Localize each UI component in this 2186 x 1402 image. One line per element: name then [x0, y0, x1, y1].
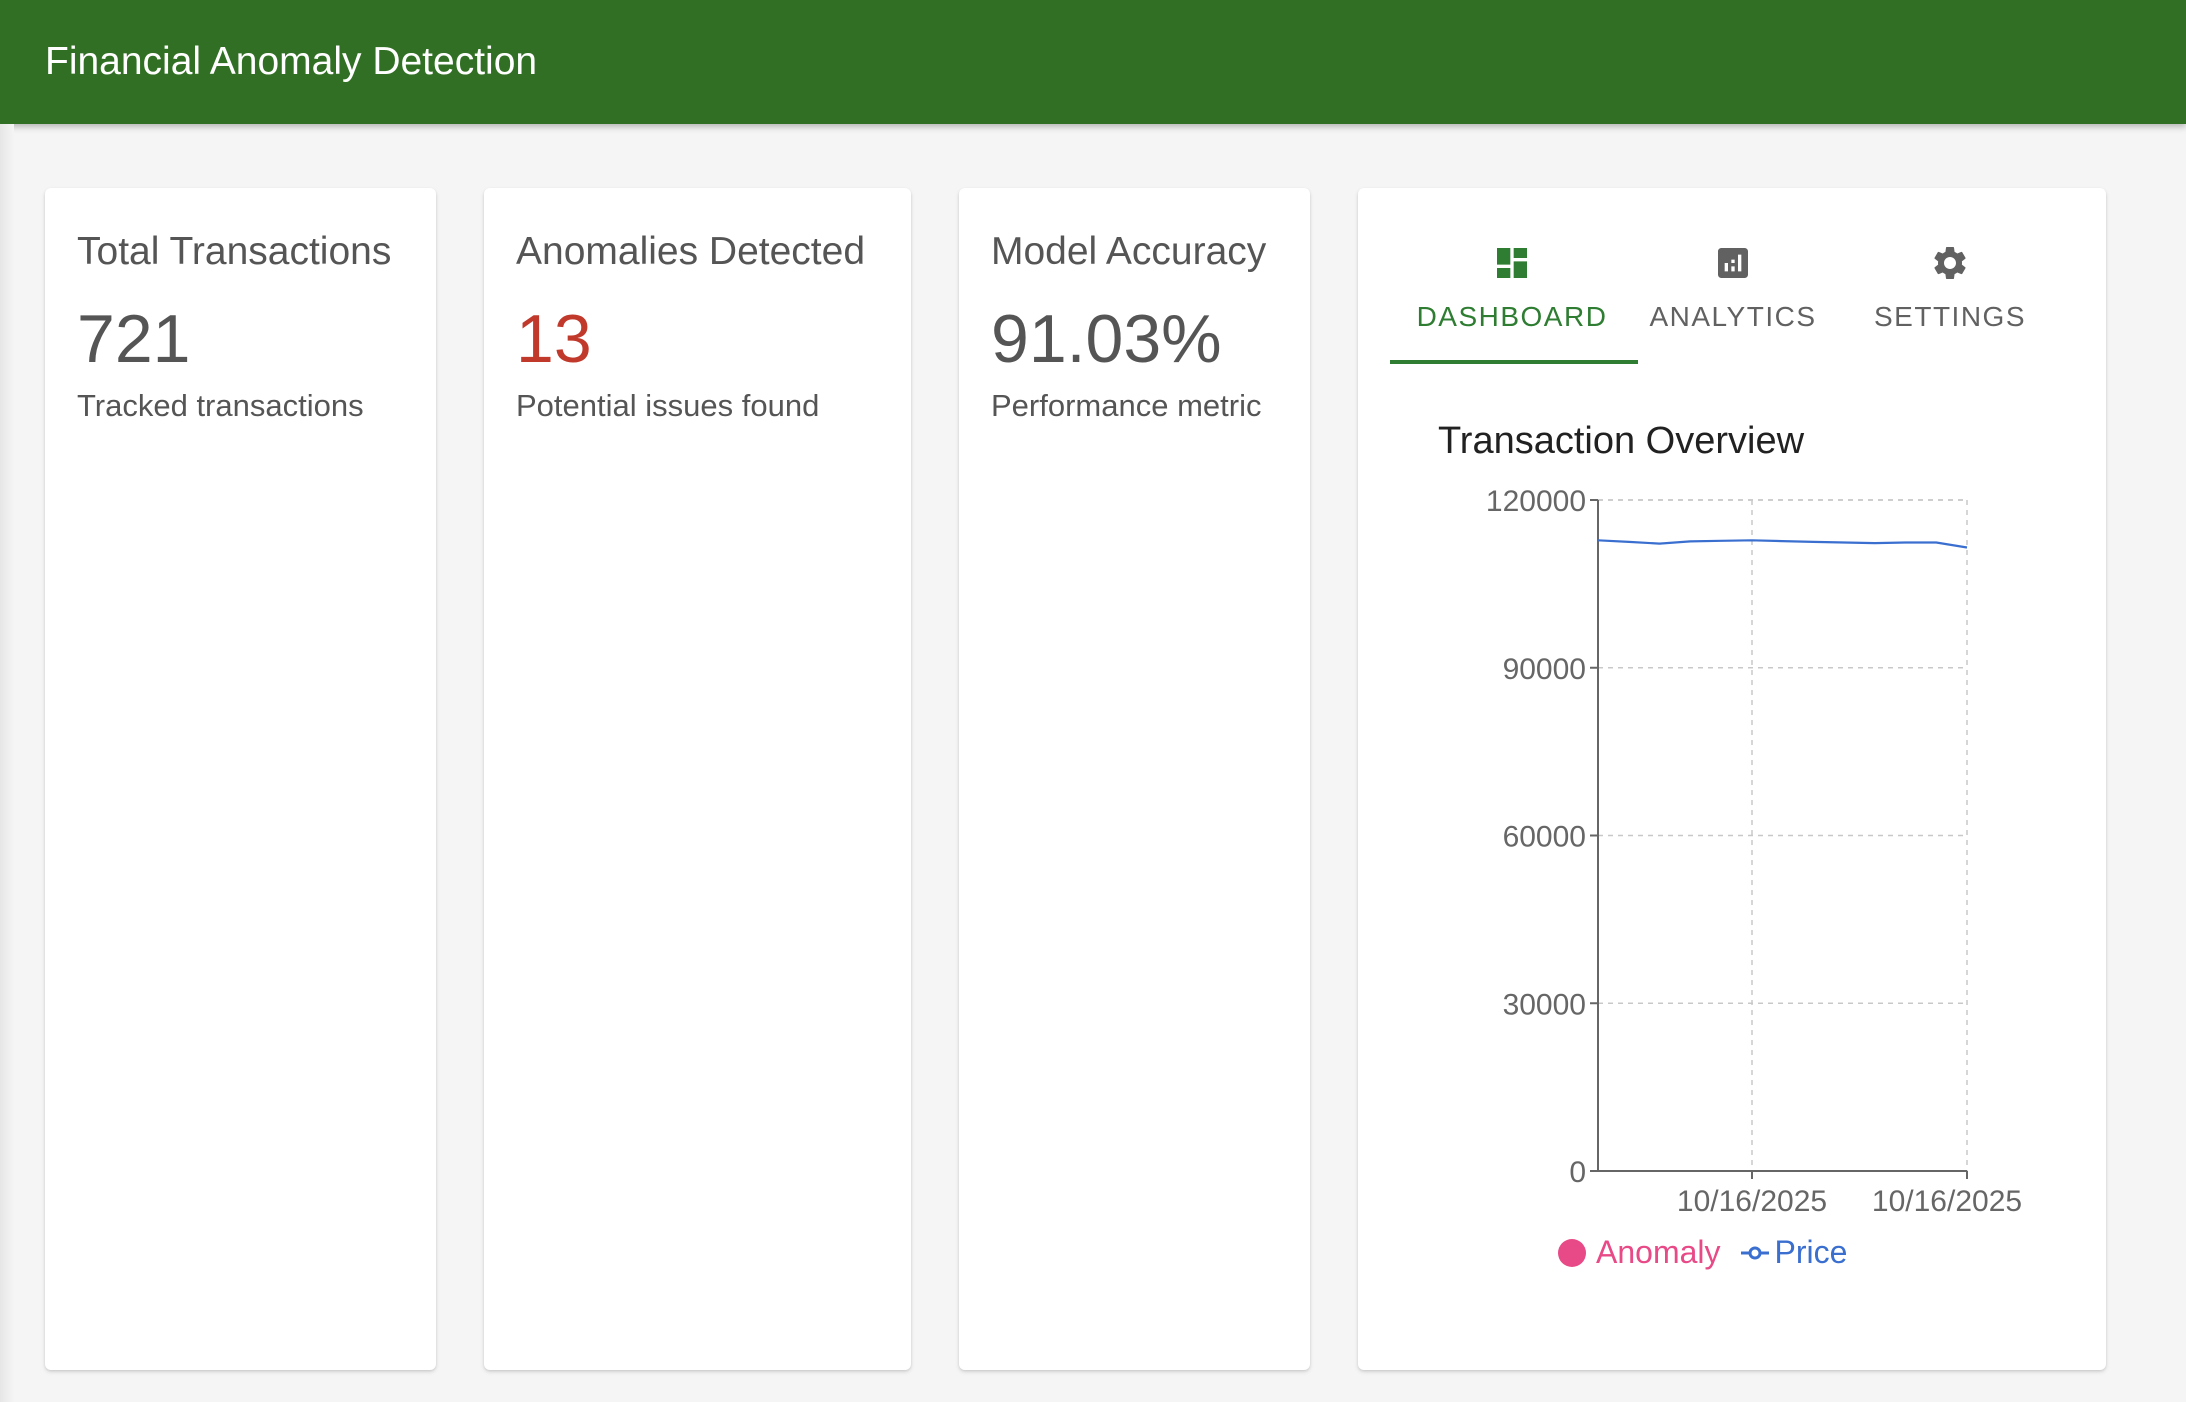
legend-label: Anomaly: [1596, 1234, 1721, 1270]
legend-item-price[interactable]: Price: [1740, 1234, 1848, 1271]
stat-subtitle: Tracked transactions: [77, 388, 364, 423]
stat-subtitle: Performance metric: [991, 388, 1262, 423]
x-tick-label: 10/16/2025: [1677, 1185, 1827, 1218]
stat-title: Total Transactions: [77, 230, 392, 273]
legend-label: Price: [1774, 1234, 1848, 1270]
y-tick-label: 0: [1569, 1156, 1586, 1189]
stat-title: Anomalies Detected: [516, 230, 866, 273]
chart-legend: Anomaly Price: [1558, 1234, 1867, 1271]
stat-value: 13: [516, 301, 592, 377]
stat-value: 91.03%: [991, 301, 1222, 377]
stat-value: 721: [77, 301, 191, 377]
x-tick-label: 10/16/2025: [1872, 1185, 2022, 1218]
stat-card-total-transactions: Total Transactions 721 Tracked transacti…: [45, 188, 436, 1370]
stat-title: Model Accuracy: [991, 230, 1267, 273]
stat-subtitle: Potential issues found: [516, 388, 820, 423]
legend-item-anomaly[interactable]: Anomaly: [1558, 1234, 1721, 1271]
y-tick-label: 90000: [1503, 653, 1586, 686]
anomaly-dot-icon: [1558, 1238, 1586, 1267]
y-tick-label: 30000: [1503, 988, 1586, 1021]
y-tick-label: 60000: [1503, 821, 1586, 854]
transaction-chart: 0 30000 60000 90000 120000 10/16/2025 10/16/20…: [1486, 485, 2022, 1218]
app-title: Financial Anomaly Detection: [45, 40, 538, 83]
chart-panel: DASHBOARD ANALYTICS SETTINGS Transaction…: [1358, 188, 2106, 1370]
y-tick-label: 120000: [1486, 485, 1586, 518]
stat-card-model-accuracy: Model Accuracy 91.03% Performance metric: [959, 188, 1310, 1370]
page-edge-shade: [0, 124, 14, 1402]
series-line-price: [1597, 539, 1968, 549]
stat-card-anomalies: Anomalies Detected 13 Potential issues f…: [484, 188, 911, 1370]
line-marker-icon: [1740, 1246, 1769, 1259]
app-bar: Financial Anomaly Detection: [0, 0, 2186, 124]
